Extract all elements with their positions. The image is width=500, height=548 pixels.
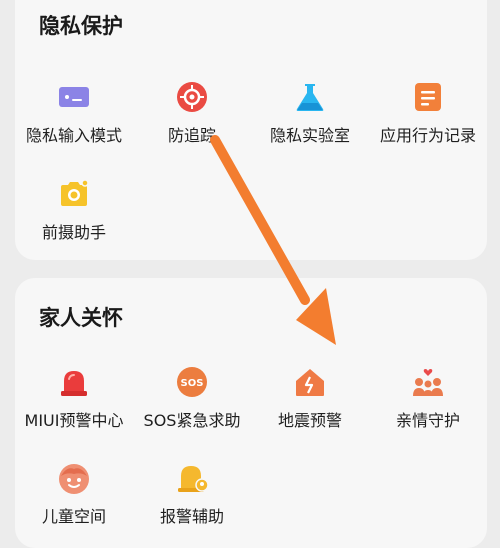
child-face-icon [57,461,91,495]
anti-tracking-label: 防追踪 [167,126,216,145]
privacy-input-mode-label: 隐私输入模式 [25,126,122,145]
miui-alert-center-item[interactable]: MIUI预警中心 [15,365,133,431]
flask-icon [293,80,327,114]
police-alert-assist-item[interactable]: 报警辅助 [133,461,251,527]
earthquake-warning-label: 地震预警 [277,411,342,430]
family-section-title: 家人关怀 [39,306,123,330]
document-icon [411,80,445,114]
target-icon [175,80,209,114]
sos-emergency-item[interactable]: SOS SOS紧急求助 [133,365,251,431]
privacy-section-card: 隐私保护 隐私输入模式 防追踪 隐私实验室 应用行为记录 前摄助手 [15,0,487,260]
front-camera-assistant-item[interactable]: 前摄助手 [15,177,133,243]
family-guard-item[interactable]: 亲情守护 [369,365,487,431]
front-camera-assistant-label: 前摄助手 [41,223,106,242]
sos-icon: SOS [175,365,209,399]
miui-alert-center-label: MIUI预警中心 [24,411,124,430]
family-guard-label: 亲情守护 [395,411,460,430]
police-alert-assist-label: 报警辅助 [159,507,224,526]
alarm-light-icon [57,365,91,399]
keyboard-icon [57,80,91,114]
front-camera-icon [57,177,91,211]
app-behavior-record-item[interactable]: 应用行为记录 [369,80,487,146]
family-section-card: 家人关怀 MIUI预警中心 SOS SOS紧急求助 地震预警 亲情守护 儿童空间… [15,278,487,548]
police-bell-icon [175,461,209,495]
earthquake-house-icon [293,365,327,399]
sos-emergency-label: SOS紧急求助 [143,411,241,430]
privacy-lab-item[interactable]: 隐私实验室 [251,80,369,146]
svg-text:SOS: SOS [181,378,204,389]
privacy-input-mode-item[interactable]: 隐私输入模式 [15,80,133,146]
kids-space-item[interactable]: 儿童空间 [15,461,133,527]
family-icon [411,365,445,399]
privacy-lab-label: 隐私实验室 [269,126,350,145]
earthquake-warning-item[interactable]: 地震预警 [251,365,369,431]
kids-space-label: 儿童空间 [41,507,106,526]
app-behavior-record-label: 应用行为记录 [379,126,476,145]
anti-tracking-item[interactable]: 防追踪 [133,80,251,146]
privacy-section-title: 隐私保护 [39,14,123,38]
